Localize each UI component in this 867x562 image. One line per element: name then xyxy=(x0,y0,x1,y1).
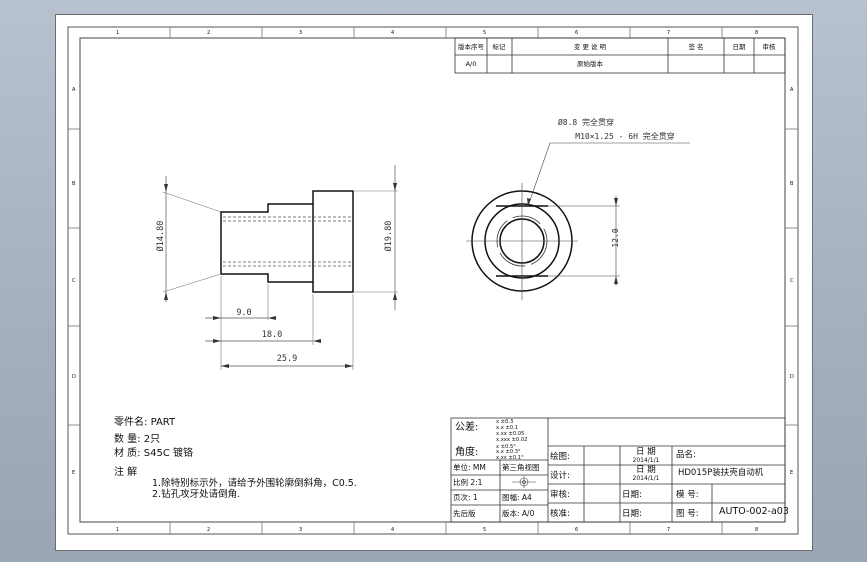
zone-col-3-bottom: 3 xyxy=(299,527,302,533)
drawing-number: AUTO-002-a03 xyxy=(719,506,789,517)
material-label: 材 质: xyxy=(114,448,141,459)
date-value-1: 2014/1/1 xyxy=(633,457,660,464)
zone-col-8-bottom: 8 xyxy=(755,527,758,533)
tol-value-3: x.xxx ±0.02 xyxy=(496,437,527,443)
dim-dia-14-8: Ø14.80 xyxy=(155,221,166,252)
zone-col-7-bottom: 7 xyxy=(667,527,670,533)
dim-9: 9.0 xyxy=(236,308,251,318)
first-publish-label: 先后版 xyxy=(453,508,476,518)
review-label: 审核: xyxy=(550,489,570,500)
rev-header-review: 审核 xyxy=(763,42,777,51)
rev-row-version: A/0 xyxy=(466,60,477,68)
zone-col-2: 2 xyxy=(207,30,210,36)
date-label-2: 日 期 xyxy=(636,465,656,475)
scale-label: 比例 2:1 xyxy=(453,477,483,487)
zone-row-a: A xyxy=(72,87,76,93)
projection-label: 第三角视图 xyxy=(502,462,540,472)
zone-row-b-right: B xyxy=(790,181,794,187)
zone-row-e: E xyxy=(72,470,75,476)
callout-thread-m10: M10×1.25 - 6H 完全贯穿 xyxy=(575,131,674,141)
part-name-label: 零件名: xyxy=(114,417,148,428)
zone-col-1-bottom: 1 xyxy=(116,527,119,533)
zone-col-3: 3 xyxy=(299,30,302,36)
zone-col-5-bottom: 5 xyxy=(483,527,486,533)
product-label: 品名: xyxy=(676,449,696,460)
rev-row-description: 原始版本 xyxy=(577,59,604,68)
dim-12: 12.0 xyxy=(611,228,620,247)
rev-header-description: 变 更 说 明 xyxy=(574,42,607,51)
dim-dia-19-8: Ø19.80 xyxy=(383,221,394,252)
drawn-label: 绘图: xyxy=(550,451,570,462)
side-view: Ø8.8 完全贯穿 M10×1.25 - 6H 完全贯穿 12.0 xyxy=(466,117,690,300)
rev-header-date: 日期 xyxy=(733,43,747,51)
title-block: 公差: 角度: x ±0.3 x.x ±0.1 x.xx ±0.05 x.xxx… xyxy=(450,417,789,523)
zone-col-7: 7 xyxy=(667,30,670,36)
zone-col-5: 5 xyxy=(483,30,486,36)
version-label: 版本: A/0 xyxy=(502,508,535,518)
dim-18: 18.0 xyxy=(262,330,282,340)
model-label: 模 号: xyxy=(676,489,699,500)
date-label-4: 日期: xyxy=(622,509,642,519)
zone-col-4-bottom: 4 xyxy=(391,527,394,533)
dim-25-9: 25.9 xyxy=(277,354,297,364)
zone-row-d: D xyxy=(72,374,76,380)
zone-col-4: 4 xyxy=(391,30,394,36)
product-name: HD015P装扶壳自动机 xyxy=(678,467,764,478)
zone-row-c: C xyxy=(72,278,76,284)
zone-col-8: 8 xyxy=(755,30,758,36)
zone-col-2-bottom: 2 xyxy=(207,527,210,533)
page-label: 页次: 1 xyxy=(453,492,478,502)
revision-table: 版本序号 标记 变 更 说 明 签 名 日期 审核 A/0 原始版本 xyxy=(454,37,786,74)
zone-row-b: B xyxy=(72,181,76,187)
unit-label: 单位: MM xyxy=(453,462,486,472)
front-view: Ø14.80 Ø19.80 9.0 18.0 25.9 xyxy=(155,165,398,370)
part-name-value: PART xyxy=(150,417,176,428)
drawing-size-label: 图幅: A4 xyxy=(502,492,532,502)
rev-header-mark: 标记 xyxy=(493,42,507,51)
zone-col-6-bottom: 6 xyxy=(575,527,578,533)
tol-value-6: x.xx ±0.1° xyxy=(496,455,524,461)
part-name-row: 零件名: PART xyxy=(114,413,175,428)
date-value-2: 2014/1/1 xyxy=(633,475,660,482)
design-label: 设计: xyxy=(550,470,570,481)
zone-col-1: 1 xyxy=(116,30,119,36)
projection-symbol xyxy=(512,476,536,488)
tolerance-label: 公差: xyxy=(455,420,478,433)
drawing-no-label: 图 号: xyxy=(676,509,699,519)
material-value: S45C 镀铬 xyxy=(143,448,193,459)
zone-col-6: 6 xyxy=(575,30,578,36)
approve-label: 核准: xyxy=(550,508,570,519)
zone-row-a-right: A xyxy=(790,87,794,93)
zone-row-e-right: E xyxy=(790,470,793,476)
notes-title: 注 解 xyxy=(114,467,138,478)
zone-row-d-right: D xyxy=(790,374,794,380)
rev-header-version: 版本序号 xyxy=(458,42,485,51)
angle-label: 角度: xyxy=(455,445,478,458)
material-row: 材 质: S45C 镀铬 xyxy=(114,444,193,459)
zone-row-c-right: C xyxy=(790,278,794,284)
rev-header-sign: 签 名 xyxy=(688,42,703,51)
date-label-3: 日期: xyxy=(622,490,642,500)
date-label-1: 日 期 xyxy=(636,447,656,457)
note-line-2: 2.钻孔攻牙处请倒角. xyxy=(152,489,241,500)
callout-bore-8-8: Ø8.8 完全贯穿 xyxy=(558,117,614,127)
quantity-row: 数 量: 2只 xyxy=(114,430,160,445)
